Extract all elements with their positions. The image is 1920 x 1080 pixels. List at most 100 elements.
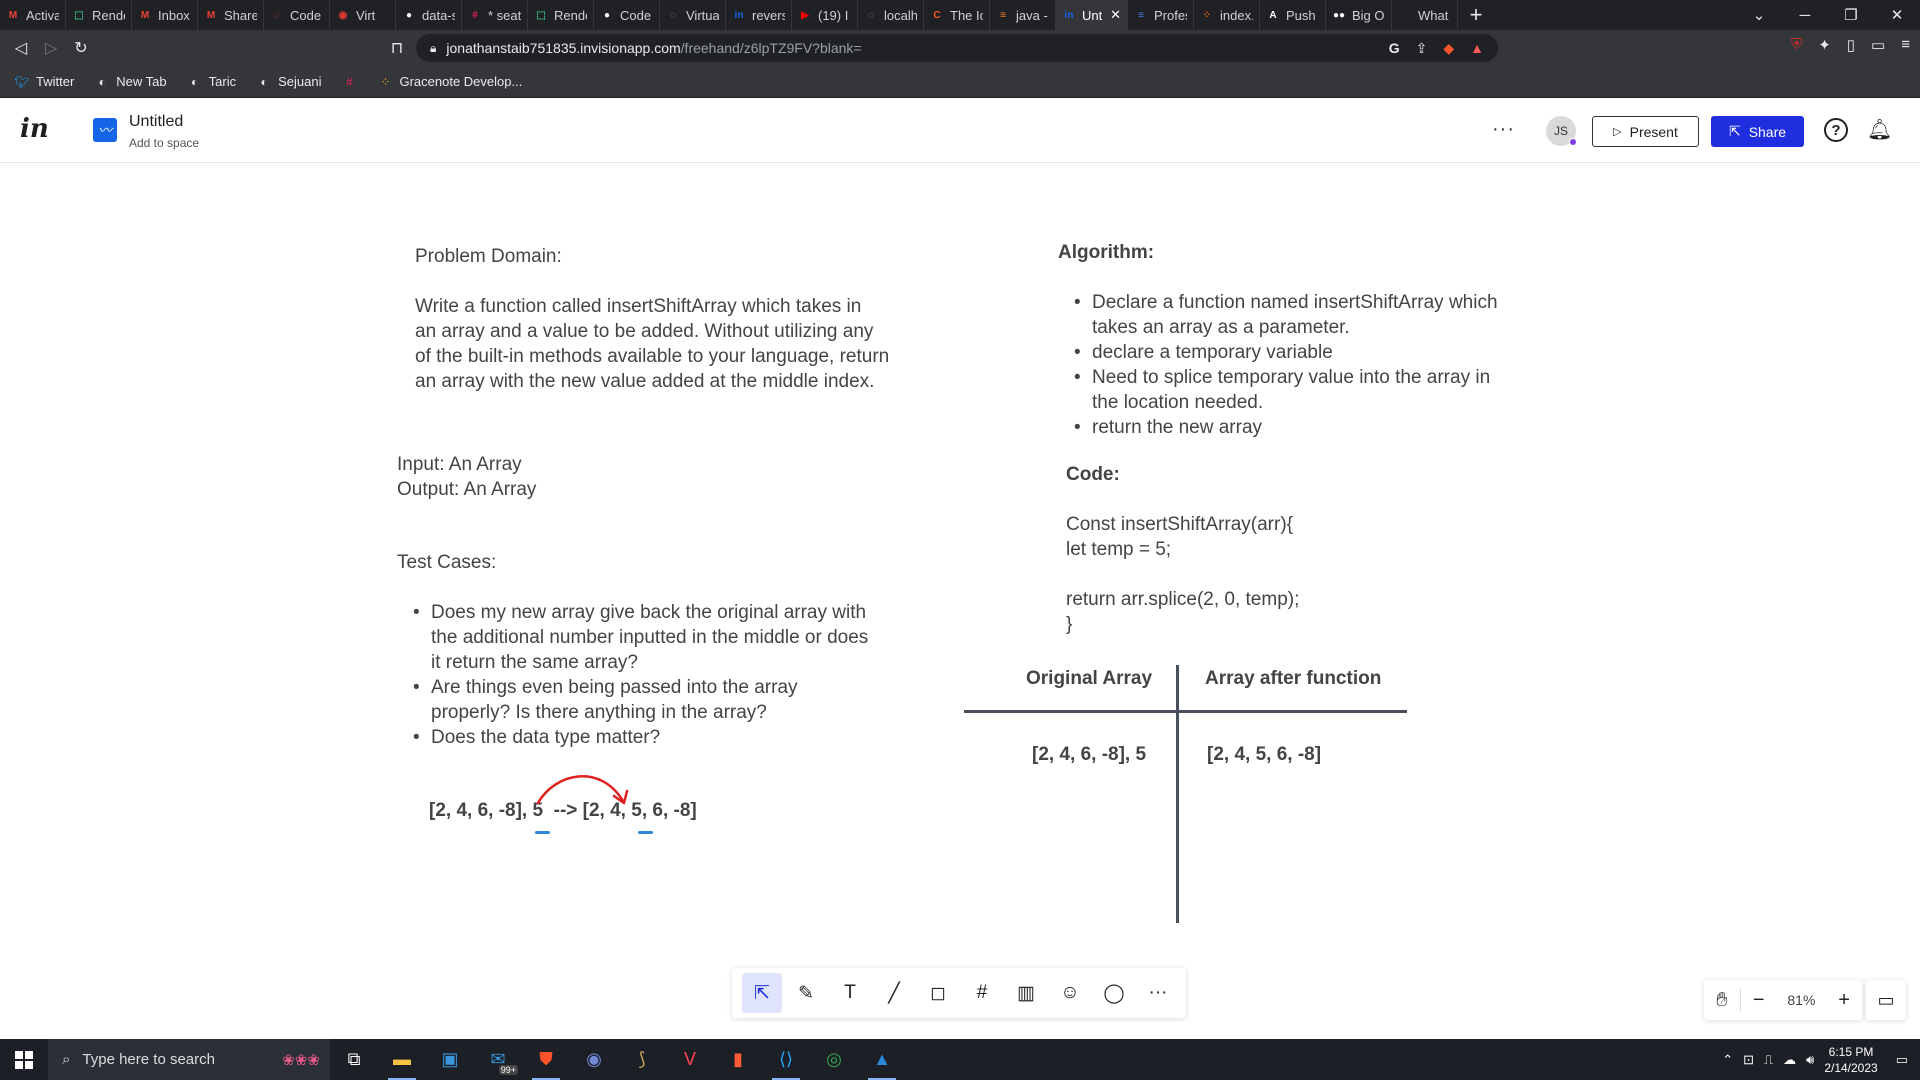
onedrive-icon[interactable]: ☁ (1783, 1052, 1796, 1068)
new-tab-button[interactable]: + (1458, 2, 1494, 28)
frame-tool-icon[interactable]: # (962, 973, 1002, 1013)
tab-close-icon[interactable]: ✕ (1110, 7, 1121, 23)
browser-tab[interactable]: ◌ Code C (264, 0, 330, 30)
tab-search-icon[interactable]: ⌄ (1736, 0, 1782, 30)
test-case-item[interactable]: Does my new array give back the original… (413, 600, 868, 675)
forward-icon[interactable]: ▷ (36, 33, 66, 63)
photos-icon[interactable]: ▲ (858, 1039, 906, 1080)
insert-arrow-drawing[interactable] (530, 763, 640, 813)
table-cell-after[interactable]: [2, 4, 5, 6, -8] (1207, 744, 1321, 766)
table-header-original[interactable]: Original Array (1026, 668, 1152, 690)
table-vertical-line[interactable] (1176, 665, 1179, 923)
sticky-note-tool-icon[interactable]: ◻ (918, 973, 958, 1013)
league-icon[interactable]: ⟆ (618, 1039, 666, 1080)
url-input[interactable]: 🔒︎ jonathanstaib751835.invisionapp.com/f… (416, 34, 1498, 62)
taskbar-search[interactable]: ⌕ Type here to search ❀❀❀ (48, 1039, 330, 1080)
problem-domain-heading[interactable]: Problem Domain: (415, 244, 562, 269)
bookmark-item[interactable]: ◐ Sejuani (256, 74, 321, 90)
zoom-in-button[interactable]: + (1826, 989, 1862, 1012)
browser-tab[interactable]: ● data-st (396, 0, 462, 30)
volume-icon[interactable]: 🔊︎ (1806, 1052, 1814, 1068)
vscode-icon[interactable]: ⟨⟩ (762, 1039, 810, 1080)
zoom-level[interactable]: 81% (1777, 992, 1827, 1008)
algorithm-step-item[interactable]: Need to splice temporary value into the … (1074, 365, 1498, 415)
help-icon[interactable]: ? (1824, 118, 1848, 142)
minimize-icon[interactable]: ─ (1782, 0, 1828, 30)
text-tool-icon[interactable]: T (830, 973, 870, 1013)
algorithm-step-item[interactable]: declare a temporary variable (1074, 340, 1498, 365)
input-line[interactable]: Input: An Array (397, 452, 522, 477)
ublock-icon[interactable]: ⛨ (1791, 36, 1802, 54)
browser-tab[interactable]: M Share r (198, 0, 264, 30)
browser-tab[interactable]: M Inbox ( (132, 0, 198, 30)
share-button[interactable]: ⇱ Share (1711, 116, 1804, 147)
browser-tab[interactable]: ≡ Profess (1128, 0, 1194, 30)
bookmark-item[interactable]: 🐦︎ Twitter (14, 74, 74, 90)
browser-tab[interactable]: ● Code F (594, 0, 660, 30)
brave-rewards-icon[interactable]: ▲ (1470, 40, 1484, 57)
browser-tab[interactable]: ⬚ Render (66, 0, 132, 30)
browser-tab[interactable]: ◌ localho (858, 0, 924, 30)
google-icon[interactable]: G (1389, 40, 1400, 57)
invision-logo[interactable]: in (20, 114, 49, 144)
brave-shield-icon[interactable]: ◆ (1443, 40, 1454, 57)
valorant-icon[interactable]: V (666, 1039, 714, 1080)
sidebar-icon[interactable]: ▯ (1847, 36, 1855, 54)
minimap-icon[interactable]: ▭ (1866, 980, 1906, 1020)
browser-tab[interactable]: ●● Big O N (1326, 0, 1392, 30)
browser-tab[interactable]: ⬚ Render (528, 0, 594, 30)
document-title[interactable]: Untitled (129, 113, 183, 131)
notifications-icon[interactable]: 🔔︎ (1867, 117, 1892, 142)
test-cases-heading[interactable]: Test Cases: (397, 550, 496, 575)
browser-tab[interactable]: in reverse (726, 0, 792, 30)
select-tool-icon[interactable]: ⇱ (742, 973, 782, 1013)
algorithm-step-item[interactable]: return the new array (1074, 415, 1498, 440)
start-button[interactable] (0, 1039, 48, 1080)
sticker-tool-icon[interactable]: ☺ (1050, 973, 1090, 1013)
table-cell-original[interactable]: [2, 4, 6, -8], 5 (1032, 744, 1146, 766)
brave-icon[interactable]: ⛊ (522, 1039, 570, 1080)
back-icon[interactable]: ◁ (6, 33, 36, 63)
zoom-out-button[interactable]: − (1741, 989, 1777, 1012)
menu-icon[interactable]: ≡ (1901, 36, 1910, 54)
bookmark-icon[interactable]: ⊓ (382, 33, 412, 63)
comment-tool-icon[interactable]: ◯ (1094, 973, 1134, 1013)
browser-tab[interactable]: ◉ Virt (330, 0, 396, 30)
algorithm-steps-list[interactable]: Declare a function named insertShiftArra… (1074, 290, 1498, 440)
tray-app-icon[interactable]: ⊡ (1743, 1052, 1754, 1068)
wallet-icon[interactable]: ▭ (1871, 36, 1885, 54)
store-icon[interactable]: ▣ (426, 1039, 474, 1080)
browser-tab[interactable]: M Activat (0, 0, 66, 30)
task-view-icon[interactable]: ⧉ (330, 1039, 378, 1080)
browser-tab[interactable]: # * seatt (462, 0, 528, 30)
extensions-icon[interactable]: ✦ (1818, 36, 1831, 54)
browser-tab[interactable]: ≡ java - (990, 0, 1056, 30)
tray-chevron-icon[interactable]: ⌃ (1722, 1052, 1733, 1068)
output-line[interactable]: Output: An Array (397, 477, 536, 502)
test-case-item[interactable]: Does the data type matter? (413, 725, 868, 750)
browser-tab[interactable]: in Unt ✕ (1056, 0, 1128, 30)
file-explorer-icon[interactable]: ▬ (378, 1039, 426, 1080)
bookmark-item[interactable]: ◐ New Tab (94, 74, 167, 90)
test-case-item[interactable]: Are things even being passed into the ar… (413, 675, 868, 725)
table-header-after[interactable]: Array after function (1205, 668, 1381, 690)
share-page-icon[interactable]: ⇪ (1416, 40, 1428, 57)
notifications-center-icon[interactable]: ▭ (1896, 1052, 1908, 1068)
code-heading[interactable]: Code: (1066, 462, 1120, 487)
reload-icon[interactable]: ↻ (66, 33, 96, 63)
restore-icon[interactable]: ❐ (1828, 0, 1874, 30)
browser-tab[interactable]: ▶ (19) I b (792, 0, 858, 30)
browser-tab[interactable]: ◌ Virtual (660, 0, 726, 30)
bookmark-item[interactable]: ◐ Taric (187, 74, 236, 90)
mobile-app-icon[interactable]: ▮ (714, 1039, 762, 1080)
browser-tab[interactable]: A Push in (1260, 0, 1326, 30)
present-button[interactable]: ▷ Present (1592, 116, 1699, 147)
hand-tool-icon[interactable]: ✋︎ (1704, 989, 1740, 1012)
algorithm-heading[interactable]: Algorithm: (1058, 240, 1154, 265)
bookmark-item[interactable]: # (341, 74, 357, 90)
line-tool-icon[interactable]: ╱ (874, 973, 914, 1013)
chrome-icon[interactable]: ◎ (810, 1039, 858, 1080)
bookmark-item[interactable]: ⁘ Gracenote Develop... (377, 74, 522, 90)
test-cases-list[interactable]: Does my new array give back the original… (413, 600, 868, 750)
whiteboard-canvas[interactable]: Problem Domain: Write a function called … (0, 163, 1920, 1039)
